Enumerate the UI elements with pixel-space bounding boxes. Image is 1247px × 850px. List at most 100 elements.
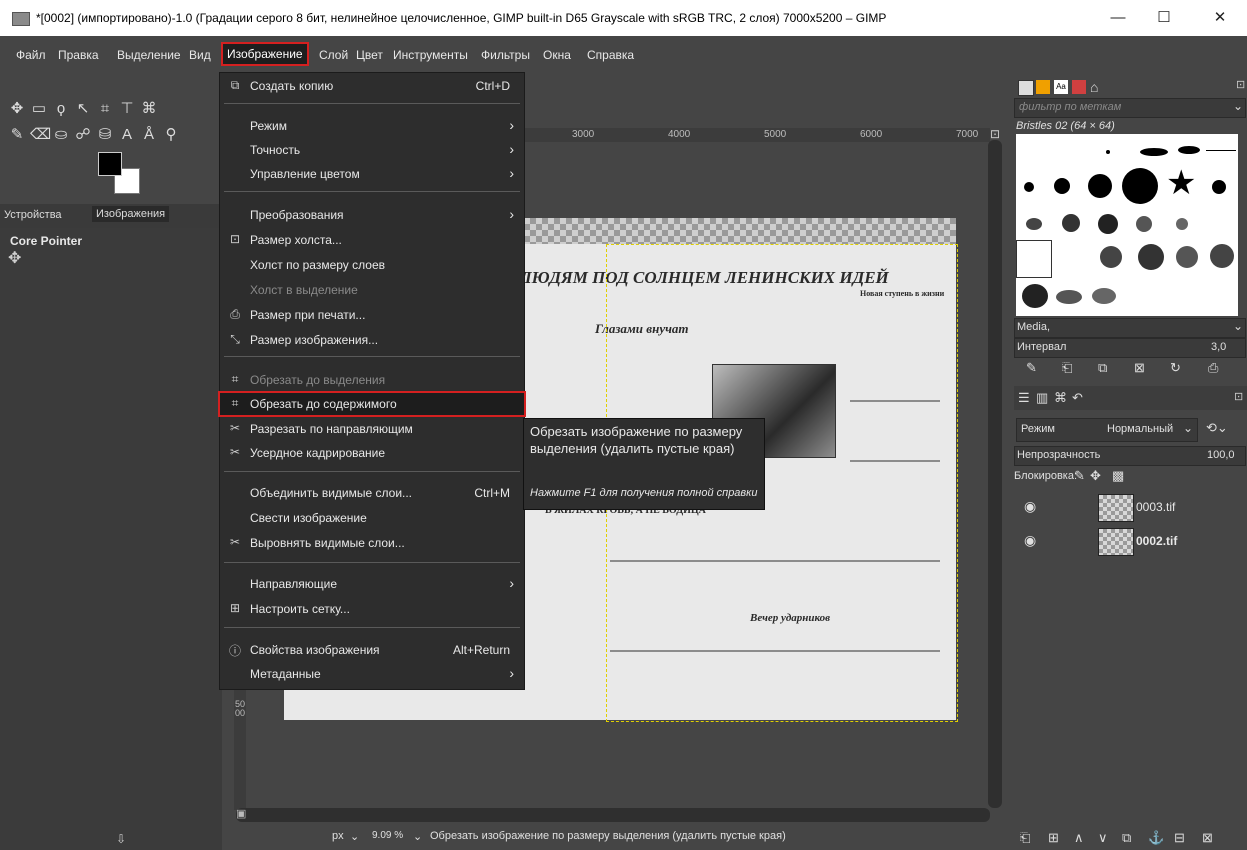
menu-item-guides[interactable]: Направляющие ›: [220, 573, 524, 595]
brush-item[interactable]: [1098, 214, 1118, 234]
menu-item-merge-visible[interactable]: Объединить видимые слои... Ctrl+M: [220, 482, 524, 504]
menu-file[interactable]: Файл: [16, 48, 46, 62]
brush-item[interactable]: [1022, 284, 1048, 308]
layers-tab-icon[interactable]: ☰: [1018, 390, 1030, 406]
lock-pixels-icon[interactable]: ✎: [1074, 468, 1085, 484]
layer-mode-select[interactable]: Режим Нормальный ⌄: [1016, 418, 1198, 442]
menu-item-align-visible[interactable]: ✂ Выровнять видимые слои...: [220, 532, 524, 554]
layer-mode-switch-icon[interactable]: ⟲⌄: [1206, 420, 1228, 436]
paths-icon[interactable]: ↖: [74, 100, 92, 118]
horizontal-scrollbar[interactable]: [236, 808, 990, 822]
configure-tab-icon[interactable]: ⊡: [1236, 78, 1245, 91]
brush-item[interactable]: [1176, 246, 1198, 268]
text-tool-icon[interactable]: A: [118, 126, 136, 144]
lock-alpha-icon[interactable]: ▩: [1112, 468, 1124, 484]
menu-item-fit-canvas-layers[interactable]: Холст по размеру слоев: [220, 254, 524, 276]
star-brush-icon[interactable]: ★: [1166, 166, 1196, 200]
menu-item-crop-to-content[interactable]: ⌗ Обрезать до содержимого: [218, 391, 526, 417]
brush-item[interactable]: [1138, 244, 1164, 270]
menu-layer[interactable]: Слой: [319, 48, 348, 62]
selected-brush-item[interactable]: [1016, 240, 1052, 278]
menu-item-transform[interactable]: Преобразования ›: [220, 204, 524, 226]
menu-item-image-properties[interactable]: ⓘ Свойства изображения Alt+Return: [220, 639, 524, 661]
refresh-brushes-icon[interactable]: ↻: [1170, 360, 1181, 376]
text-outline-icon[interactable]: Å: [140, 126, 158, 144]
menu-help[interactable]: Справка: [587, 48, 634, 62]
gradients-tab-icon[interactable]: [1072, 80, 1086, 94]
fonts-tab-icon[interactable]: Aa: [1054, 80, 1068, 94]
new-layer-group-icon[interactable]: ⊞: [1048, 830, 1059, 846]
chevron-down-icon[interactable]: ⌄: [1233, 319, 1243, 333]
brush-item[interactable]: [1136, 216, 1152, 232]
brush-item[interactable]: [1100, 246, 1122, 268]
brush-item[interactable]: [1092, 288, 1116, 304]
menu-windows[interactable]: Окна: [543, 48, 571, 62]
lower-layer-icon[interactable]: ∨: [1098, 830, 1108, 846]
eye-icon[interactable]: ◉: [1024, 498, 1036, 515]
menu-item-configure-grid[interactable]: ⊞ Настроить сетку...: [220, 598, 524, 620]
brush-item[interactable]: [1178, 146, 1200, 154]
duplicate-brush-icon[interactable]: ⧉: [1098, 360, 1107, 376]
minimize-button[interactable]: —: [1098, 6, 1138, 30]
undo-history-tab-icon[interactable]: ↶: [1072, 390, 1083, 406]
close-button[interactable]: ✕: [1200, 6, 1240, 30]
zoom-select[interactable]: 9.09 %: [372, 830, 403, 841]
anchor-layer-icon[interactable]: ⚓: [1148, 830, 1164, 846]
brush-item[interactable]: [1024, 182, 1034, 192]
save-device-icon[interactable]: ⇩: [116, 832, 126, 846]
brush-item[interactable]: [1210, 244, 1234, 268]
brush-item[interactable]: [1026, 218, 1042, 230]
unit-chevron-down-icon[interactable]: ⌄: [350, 830, 359, 843]
brush-item[interactable]: [1206, 150, 1236, 151]
smudge-icon[interactable]: ☍: [74, 126, 92, 144]
menu-image[interactable]: Изображение: [221, 42, 309, 66]
bucket-icon[interactable]: ⛀: [52, 126, 70, 144]
tab-images[interactable]: Изображения: [92, 206, 170, 222]
new-layer-icon[interactable]: ⎗: [1020, 830, 1030, 846]
brush-item[interactable]: [1176, 218, 1188, 230]
menu-color[interactable]: Цвет: [356, 48, 383, 62]
configure-tab-icon[interactable]: ⊡: [1234, 390, 1243, 403]
tab-devices[interactable]: Устройства: [4, 209, 62, 221]
duplicate-layer-icon[interactable]: ⧉: [1122, 830, 1131, 846]
brush-item[interactable]: [1054, 178, 1070, 194]
layer-row[interactable]: ◉ 0002.tif: [1014, 524, 1234, 558]
brush-item[interactable]: [1106, 150, 1110, 154]
crop-icon[interactable]: ⌗: [96, 100, 114, 118]
quick-mask-toggle-icon[interactable]: ▣: [236, 807, 246, 820]
brush-tag-filter[interactable]: фильтр по меткам ⌄: [1014, 98, 1246, 118]
brush-grid[interactable]: ★: [1016, 134, 1238, 316]
foreground-color-swatch[interactable]: [98, 152, 122, 176]
mask-layer-icon[interactable]: ⊟: [1174, 830, 1185, 846]
brushes-as-image-icon[interactable]: ⎙: [1208, 360, 1218, 376]
menu-item-flatten[interactable]: Свести изображение: [220, 507, 524, 529]
patterns-tab-icon[interactable]: [1036, 80, 1050, 94]
menu-item-mode[interactable]: Режим ›: [220, 115, 524, 137]
new-brush-icon[interactable]: ⎗: [1062, 360, 1072, 376]
align-icon[interactable]: ⊤: [118, 100, 136, 118]
menu-item-print-size[interactable]: ⎙ Размер при печати...: [220, 304, 524, 326]
eraser-icon[interactable]: ⌫: [30, 126, 51, 144]
edit-brush-icon[interactable]: ✎: [1026, 360, 1037, 376]
menu-select[interactable]: Выделение: [117, 48, 181, 62]
menu-edit[interactable]: Правка: [58, 48, 99, 62]
menu-tools[interactable]: Инструменты: [393, 48, 468, 62]
eye-icon[interactable]: ◉: [1024, 532, 1036, 549]
zoom-tool-icon[interactable]: ⚲: [162, 126, 180, 144]
menu-item-zealous-crop[interactable]: ✂ Усердное кадрирование: [220, 442, 524, 464]
menu-item-color-management[interactable]: Управление цветом ›: [220, 163, 524, 185]
chevron-down-icon[interactable]: ⌄: [1183, 421, 1193, 435]
layer-row[interactable]: ◉ 0003.tif: [1014, 490, 1234, 524]
chevron-down-icon[interactable]: ⌄: [1233, 99, 1243, 113]
brush-item[interactable]: [1140, 148, 1168, 156]
menu-item-slice-guides[interactable]: ✂ Разрезать по направляющим: [220, 418, 524, 440]
menu-item-metadata[interactable]: Метаданные ›: [220, 663, 524, 685]
paths-tab-icon[interactable]: ⌘: [1054, 390, 1067, 406]
document-history-icon[interactable]: ⌂: [1090, 79, 1098, 95]
delete-layer-icon[interactable]: ⊠: [1202, 830, 1213, 846]
menu-item-duplicate[interactable]: ⧉ Создать копию Ctrl+D: [220, 75, 524, 97]
clone-icon[interactable]: ⛁: [96, 126, 114, 144]
menu-item-scale-image[interactable]: ⤡ Размер изображения...: [220, 329, 524, 351]
brush-category-select[interactable]: Media, ⌄: [1014, 318, 1246, 338]
layer-opacity-slider[interactable]: Непрозрачность 100,0: [1014, 446, 1246, 466]
